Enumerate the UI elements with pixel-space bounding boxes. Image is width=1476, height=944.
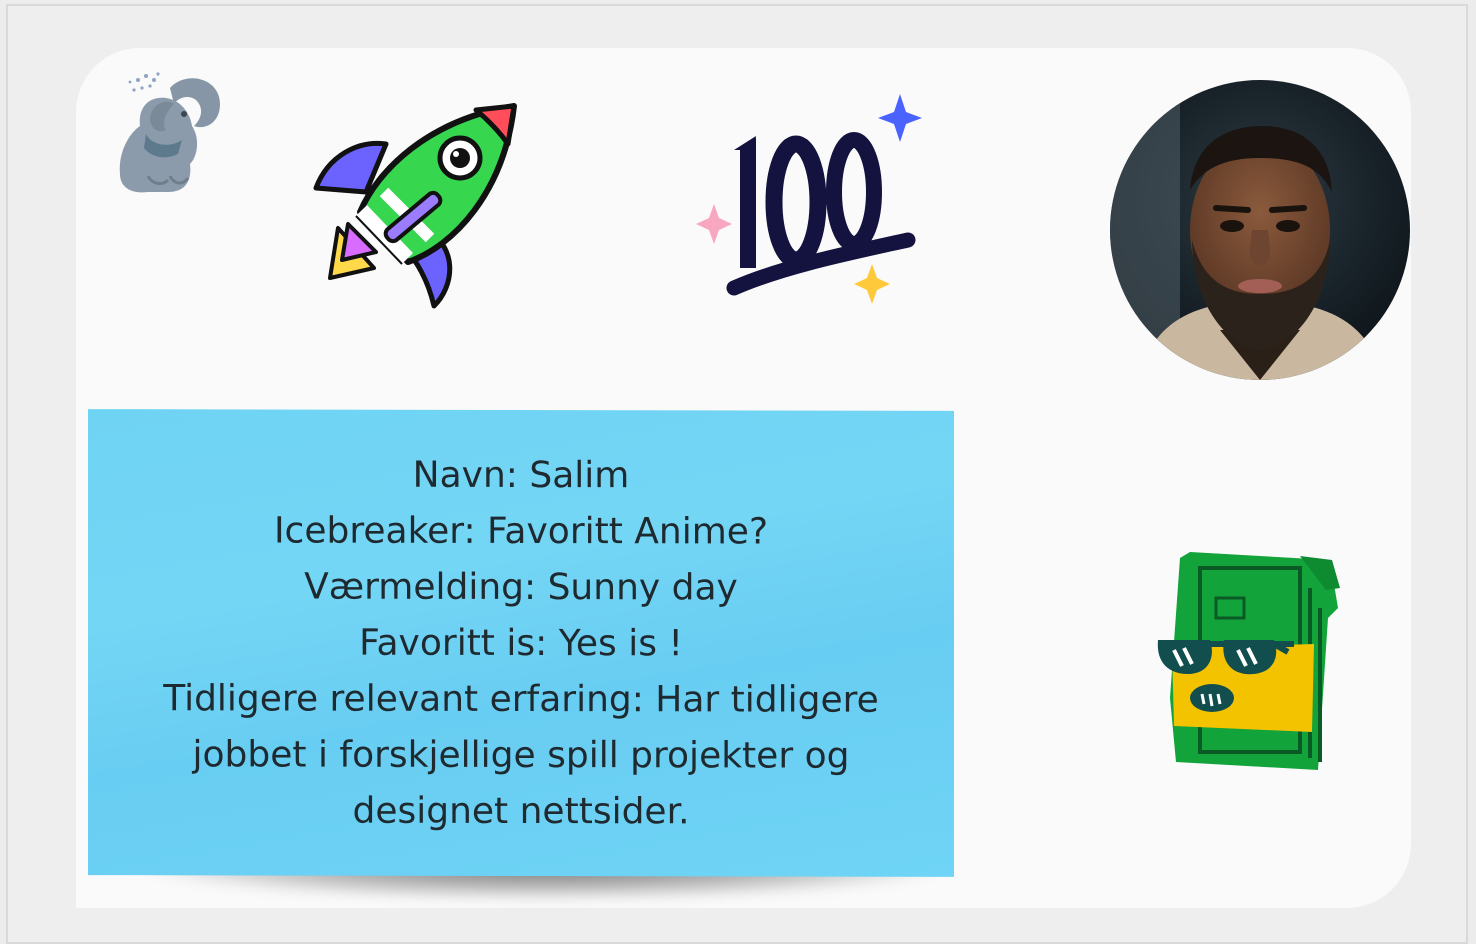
rocket-sticker-icon[interactable]	[308, 100, 524, 314]
note-line-name: Navn: Salim	[412, 454, 630, 497]
note-line-experience-3: designet nettsider.	[352, 790, 690, 833]
sticky-note[interactable]: Navn: Salim Icebreaker: Favoritt Anime? …	[88, 409, 954, 877]
note-line-favorite-ice-cream: Favoritt is: Yes is !	[359, 622, 683, 665]
elephant-sticker-icon[interactable]	[108, 68, 226, 200]
note-line-icebreaker: Icebreaker: Favoritt Anime?	[273, 510, 769, 553]
note-line-weather: Værmelding: Sunny day	[304, 566, 738, 609]
note-line-experience-2: jobbet i forskjellige spill projekter og	[192, 734, 850, 777]
hundred-points-sticker-icon[interactable]	[694, 92, 922, 306]
note-line-experience-1: Tidligere relevant erfaring: Har tidlige…	[163, 678, 879, 721]
cool-money-sticker-icon[interactable]	[1150, 548, 1340, 774]
profile-photo	[1110, 80, 1410, 380]
